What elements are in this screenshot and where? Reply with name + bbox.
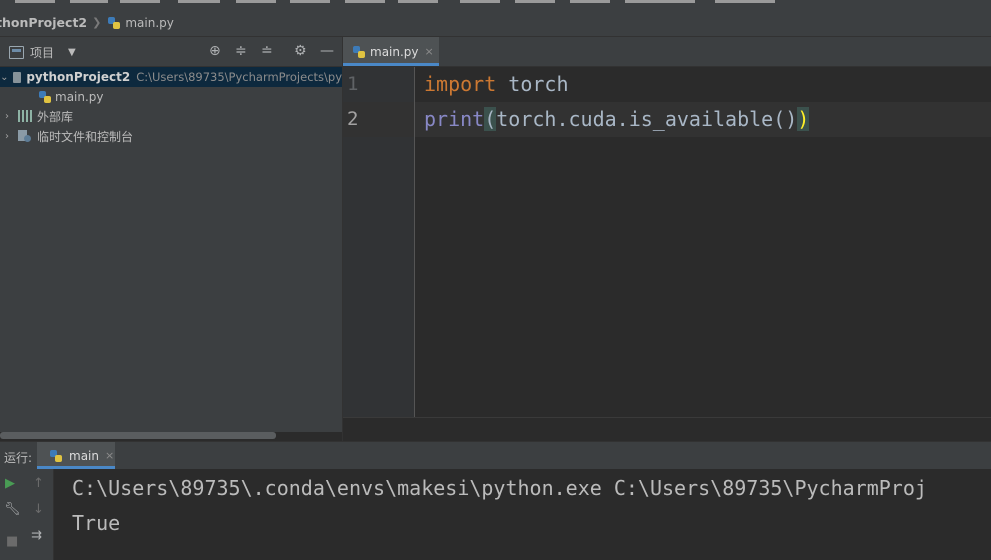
python-file-icon: [352, 45, 366, 59]
tree-item-scratches[interactable]: › 临时文件和控制台: [0, 126, 342, 146]
menu-fragment: [515, 0, 555, 3]
arrow-up-icon[interactable]: ↑: [33, 477, 44, 490]
code-line-2[interactable]: print(torch.cuda.is_available()): [424, 107, 810, 131]
menu-fragment: [715, 0, 775, 3]
code-bracket-open: (: [484, 107, 497, 131]
chevron-right-icon: ❯: [92, 16, 102, 29]
tree-item-label: 外部库: [37, 109, 74, 124]
code-text: torch.cuda.is_available(): [496, 107, 798, 131]
hide-icon[interactable]: —: [320, 44, 334, 58]
code-keyword: import: [424, 72, 497, 96]
library-icon: [18, 110, 32, 122]
menu-fragment: [460, 0, 500, 3]
locate-file-icon[interactable]: ⊕: [209, 44, 221, 58]
close-icon[interactable]: ×: [105, 449, 114, 462]
code-text: torch: [496, 72, 569, 96]
code-line-1[interactable]: import torch: [424, 72, 569, 96]
gear-icon[interactable]: ⚙: [294, 44, 307, 58]
tree-item-project-root[interactable]: ⌄ pythonProject2 C:\Users\89735\PycharmP…: [0, 67, 342, 87]
collapse-all-icon[interactable]: ≐: [261, 44, 273, 58]
editor-bottom-area: [343, 417, 991, 442]
menu-fragment: [345, 0, 385, 3]
menu-fragment: [15, 0, 55, 3]
run-panel-header: 运行: main ×: [0, 441, 991, 470]
tree-item-external-libraries[interactable]: › 外部库: [0, 106, 342, 126]
tree-item-label: main.py: [55, 90, 104, 104]
menu-fragment: [70, 0, 108, 3]
chevron-down-icon[interactable]: ▼: [68, 47, 76, 58]
chevron-down-icon[interactable]: ⌄: [0, 72, 9, 83]
code-bracket-close: ): [797, 107, 810, 131]
line-number: 1: [347, 73, 359, 95]
project-panel-title[interactable]: 项目: [30, 44, 54, 61]
tab-main-py[interactable]: main.py ×: [343, 37, 439, 66]
python-file-icon: [49, 449, 63, 463]
python-file-icon: [107, 16, 121, 30]
menu-fragment: [570, 0, 610, 3]
wrench-icon[interactable]: 🔧︎: [4, 503, 21, 516]
menu-fragment: [398, 0, 438, 3]
console-line: True: [72, 511, 121, 535]
run-console[interactable]: C:\Users\89735\.conda\envs\makesi\python…: [54, 469, 991, 560]
tree-item-label: 临时文件和控制台: [37, 129, 134, 144]
tree-root-path: C:\Users\89735\PycharmProjects\py: [136, 70, 342, 84]
run-toolbar-left: ▶ 🔧︎ ■: [0, 469, 26, 560]
chevron-right-icon[interactable]: ›: [0, 131, 14, 142]
menu-fragment: [120, 0, 160, 3]
tree-horizontal-scrollbar[interactable]: [0, 432, 276, 439]
breadcrumb-file[interactable]: main.py: [125, 16, 174, 30]
line-number: 2: [347, 108, 359, 130]
chevron-right-icon[interactable]: ›: [0, 111, 14, 122]
tab-label: main.py: [370, 44, 419, 59]
scratch-icon: [18, 130, 32, 142]
folder-icon: [12, 71, 22, 83]
run-tab-label: main: [69, 448, 99, 463]
menu-fragment: [290, 0, 330, 3]
breadcrumb-project[interactable]: thonProject2: [0, 15, 87, 30]
python-file-icon: [38, 90, 52, 104]
project-tree: ⌄ pythonProject2 C:\Users\89735\PycharmP…: [0, 67, 342, 432]
editor-tab-bar: main.py ×: [343, 37, 991, 67]
expand-all-icon[interactable]: ≑: [235, 44, 247, 58]
tree-root-name: pythonProject2: [26, 70, 131, 84]
project-window-icon: [9, 46, 24, 59]
rerun-icon[interactable]: ▶: [5, 477, 15, 490]
project-panel-header: 项目 ▼ ⊕ ≑ ≐ ⚙ —: [0, 37, 342, 67]
run-tab-main[interactable]: main ×: [37, 442, 115, 469]
close-icon[interactable]: ×: [425, 45, 434, 58]
navigation-bar: thonProject2 ❯ main.py: [0, 9, 991, 37]
menu-fragment: [178, 0, 220, 3]
soft-wrap-icon[interactable]: ⇉: [31, 529, 42, 542]
console-line: C:\Users\89735\.conda\envs\makesi\python…: [72, 476, 927, 500]
menu-fragment: [625, 0, 695, 3]
run-panel-title: 运行:: [4, 451, 33, 465]
run-toolbar-right: ↑ ↓ ⇉: [26, 469, 54, 560]
tree-item-main-py[interactable]: main.py: [0, 87, 342, 107]
menu-bar-cropped: [0, 0, 991, 9]
menu-fragment: [236, 0, 276, 3]
code-builtin: print: [424, 107, 485, 131]
stop-icon[interactable]: ■: [6, 535, 18, 548]
gutter-divider: [414, 67, 415, 417]
arrow-down-icon[interactable]: ↓: [33, 503, 44, 516]
